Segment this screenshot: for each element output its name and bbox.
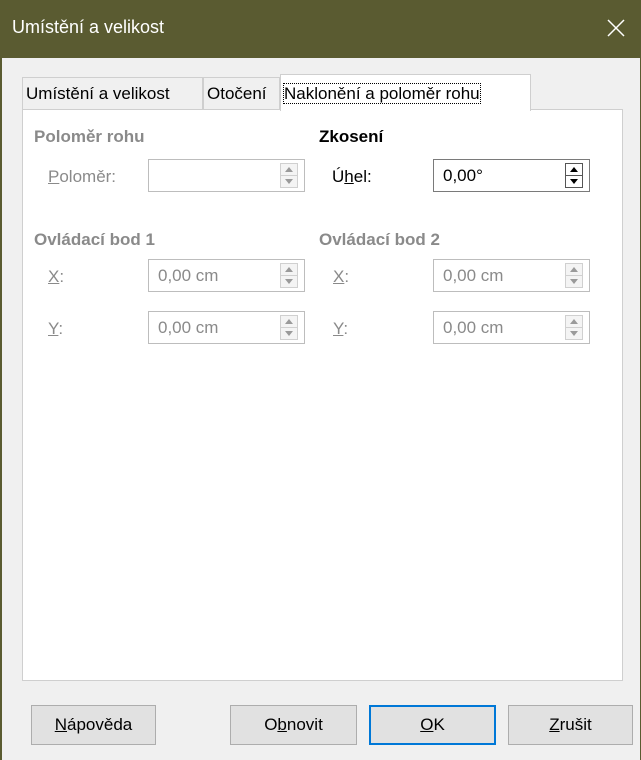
cp2-y-value: 0,00 cm <box>443 318 504 337</box>
reset-label: novit <box>286 715 323 734</box>
radius-label-accel: P <box>48 167 60 186</box>
spin-down-icon[interactable] <box>281 176 297 187</box>
spin-down-icon[interactable] <box>281 276 297 287</box>
tab-rotation[interactable]: Otočení <box>203 77 280 109</box>
cp2-x-text: : <box>344 267 350 286</box>
tab-label: Otočení <box>207 84 267 103</box>
cp2-x-spin-buttons[interactable] <box>565 263 583 288</box>
spin-down-icon[interactable] <box>566 176 582 187</box>
cp2-x-label: X: <box>333 267 349 287</box>
cp2-x-value: 0,00 cm <box>443 266 504 285</box>
cp1-x-value: 0,00 cm <box>158 266 219 285</box>
cancel-button[interactable]: Zrušit <box>508 705 633 745</box>
cp1-x-spin-buttons[interactable] <box>280 263 298 288</box>
cp1-y-spinbox[interactable]: 0,00 cm <box>148 311 305 344</box>
radius-spinbox[interactable] <box>148 159 305 192</box>
control-point-1-heading: Ovládací bod 1 <box>34 230 155 249</box>
spin-down-icon[interactable] <box>281 328 297 339</box>
radius-label: Poloměr: <box>48 167 116 187</box>
cp1-y-spin-buttons[interactable] <box>280 315 298 340</box>
cp1-y-accel: Y <box>48 319 59 338</box>
reset-accel: b <box>277 715 287 734</box>
spin-down-icon[interactable] <box>566 276 582 287</box>
close-icon[interactable] <box>605 12 629 42</box>
angle-value: 0,00° <box>443 166 483 185</box>
angle-spin-buttons[interactable] <box>565 163 583 188</box>
window-border-left <box>0 58 2 760</box>
spin-down-icon[interactable] <box>566 328 582 339</box>
angle-label-accel: h <box>344 167 354 186</box>
window-title: Umístění a velikost <box>12 17 165 37</box>
reset-label-pre: O <box>264 715 278 734</box>
angle-spinbox[interactable]: 0,00° <box>433 159 590 192</box>
title-bar: Umístění a velikost <box>0 0 641 58</box>
slant-heading: Zkosení <box>319 127 384 146</box>
help-accel: N <box>54 715 68 734</box>
angle-label-prefix: Ú <box>332 167 345 186</box>
tab-slant-corner-radius[interactable]: Naklonění a poloměr rohu <box>280 74 531 111</box>
cp2-y-text: : <box>343 319 349 338</box>
cp2-x-spinbox[interactable]: 0,00 cm <box>433 259 590 292</box>
tab-label: Umístění a velikost <box>26 84 170 103</box>
tab-position-size[interactable]: Umístění a velikost <box>22 77 203 109</box>
spin-up-icon[interactable] <box>281 264 297 276</box>
angle-label-text: el: <box>353 167 372 186</box>
ok-label: K <box>433 715 445 734</box>
corner-radius-heading: Poloměr rohu <box>34 127 145 146</box>
ok-button[interactable]: OK <box>369 705 496 745</box>
cancel-label: rušit <box>559 715 592 734</box>
spin-up-icon[interactable] <box>566 316 582 328</box>
cp1-y-label: Y: <box>48 319 63 339</box>
spin-up-icon[interactable] <box>566 264 582 276</box>
cancel-accel: Z <box>549 715 560 734</box>
cp2-y-spinbox[interactable]: 0,00 cm <box>433 311 590 344</box>
tab-panel: Poloměr rohu Poloměr: Zkosení Úhel: 0,00… <box>22 109 623 681</box>
cp2-y-accel: Y <box>333 319 344 338</box>
cp1-x-label: X: <box>48 267 64 287</box>
reset-button[interactable]: Ob novit <box>230 705 357 745</box>
radius-label-text: oloměr: <box>59 167 117 186</box>
cp1-x-spinbox[interactable]: 0,00 cm <box>148 259 305 292</box>
help-label: ápověda <box>67 715 133 734</box>
cp2-y-spin-buttons[interactable] <box>565 315 583 340</box>
spin-up-icon[interactable] <box>281 164 297 176</box>
cp2-y-label: Y: <box>333 319 348 339</box>
cp1-y-value: 0,00 cm <box>158 318 219 337</box>
spin-up-icon[interactable] <box>281 316 297 328</box>
angle-label: Úhel: <box>332 167 372 187</box>
cp1-x-accel: X <box>48 267 60 286</box>
ok-accel: O <box>420 715 434 734</box>
cp1-x-text: : <box>59 267 65 286</box>
spin-up-icon[interactable] <box>566 164 582 176</box>
cp2-x-accel: X <box>333 267 345 286</box>
tab-label: Naklonění a poloměr rohu <box>283 83 481 104</box>
help-button[interactable]: Nápověda <box>31 705 156 745</box>
radius-spin-buttons[interactable] <box>280 163 298 188</box>
cp1-y-text: : <box>58 319 64 338</box>
control-point-2-heading: Ovládací bod 2 <box>319 230 440 249</box>
